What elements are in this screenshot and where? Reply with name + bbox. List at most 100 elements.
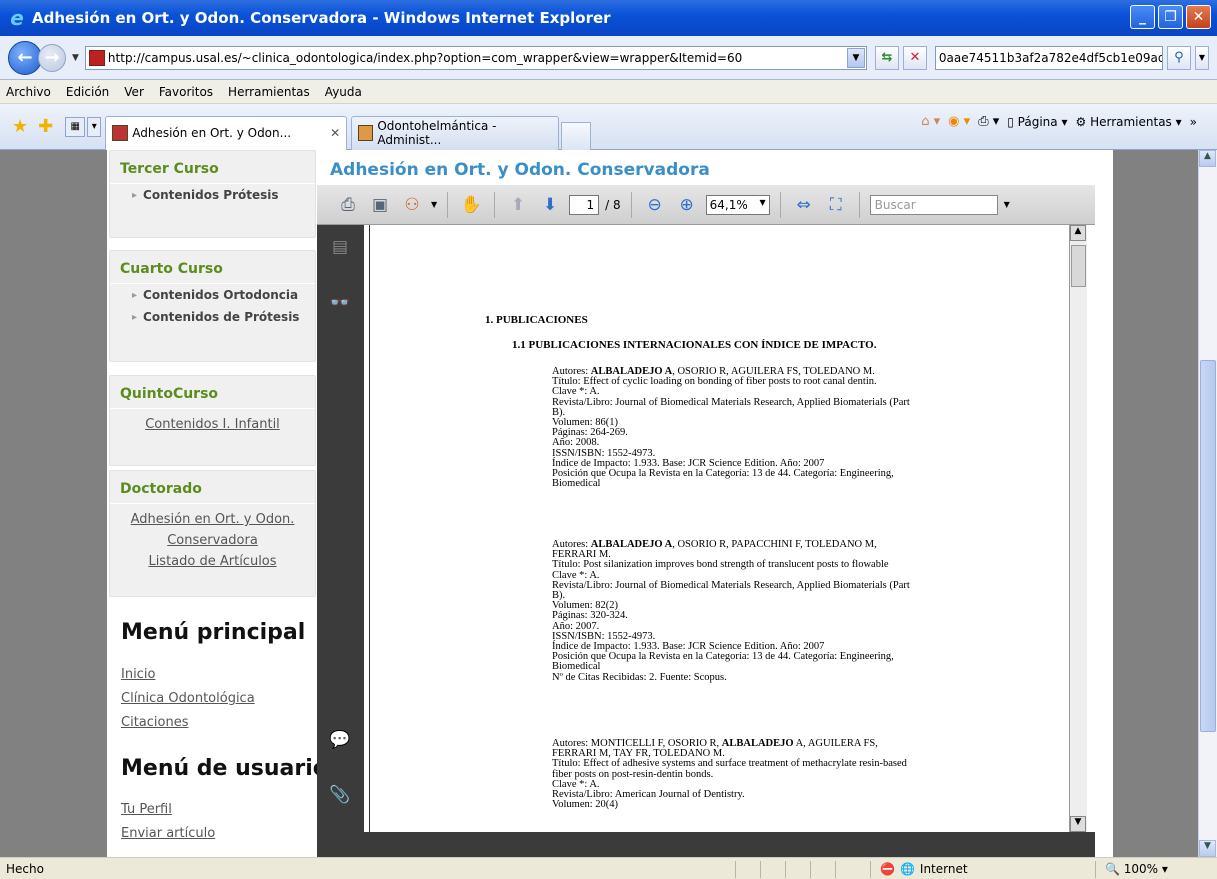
comments-icon[interactable]: 💬	[329, 730, 351, 752]
divider	[858, 191, 860, 218]
forward-button[interactable]: →	[38, 43, 66, 72]
scroll-up-icon[interactable]: ▲	[1199, 150, 1216, 167]
add-favorites-icon[interactable]: ✚	[38, 116, 53, 137]
next-page-icon[interactable]: ⬇	[537, 192, 563, 218]
address-input[interactable]: http://campus.usal.es/~clinica_odontolog…	[84, 45, 867, 70]
pages-icon[interactable]: ▤	[329, 237, 351, 259]
link-enviar-articulo[interactable]: Enviar artículo	[121, 826, 215, 841]
save-icon[interactable]: ▣	[367, 192, 393, 218]
tab-active[interactable]: Adhesión en Ort. y Odon... ✕	[105, 115, 348, 150]
link-inicio[interactable]: Inicio	[121, 667, 155, 682]
menu-edicion[interactable]: Edición	[66, 85, 109, 99]
scroll-thumb[interactable]	[1200, 360, 1216, 732]
pdf-text-line: Biomedical	[552, 478, 601, 490]
address-url[interactable]: http://campus.usal.es/~clinica_odontolog…	[108, 51, 742, 65]
pdf-scrollbar[interactable]: ▲ ▼	[1069, 225, 1087, 832]
zoom-select[interactable]: 64,1% ▼	[705, 194, 770, 215]
print-icon[interactable]: ⎙	[335, 192, 361, 218]
scroll-down-icon[interactable]: ▼	[1199, 840, 1216, 857]
attachments-icon[interactable]: 📎	[329, 785, 351, 807]
box-doctorado: Doctorado Adhesión en Ort. y Odon. Conse…	[109, 470, 316, 597]
share-icon[interactable]: ⚇	[399, 192, 425, 218]
link-contenidos-protesis[interactable]: Contenidos Prótesis	[110, 184, 315, 206]
zoom-in-icon[interactable]: ⊕	[674, 192, 700, 218]
back-button[interactable]: ←	[8, 40, 42, 75]
hand-tool-icon[interactable]: ✋	[458, 192, 484, 218]
feeds-icon[interactable]: ◉ ▾	[948, 114, 970, 129]
security-zone[interactable]: ⛔ 🌐 Internet	[880, 862, 968, 876]
link-contenidos-infantil[interactable]: Contenidos I. Infantil	[110, 409, 315, 435]
new-tab-button[interactable]	[561, 121, 592, 150]
search-icon[interactable]: ⚲	[1166, 45, 1191, 70]
window-controls: _ ❐ ✕	[1130, 5, 1211, 29]
page-viewport: Tercer Curso Contenidos Prótesis Cuarto …	[0, 150, 1198, 857]
tab-label[interactable]: Adhesión en Ort. y Odon...	[132, 126, 291, 140]
pdf-text-line: Revista/Libro: Journal of Biomedical Mat…	[552, 396, 910, 408]
zoom-level[interactable]: 🔍 100% ▾	[1105, 862, 1168, 876]
title-bar: e Adhesión en Ort. y Odon. Conservadora …	[0, 0, 1217, 36]
blocked-popup-icon[interactable]: ⛔	[880, 862, 895, 876]
link-clinica[interactable]: Clínica Odontológica	[121, 691, 255, 706]
link-citaciones[interactable]: Citaciones	[121, 715, 188, 730]
menu-favoritos[interactable]: Favoritos	[159, 85, 213, 99]
close-tab-icon[interactable]: ✕	[330, 126, 340, 140]
divider	[447, 191, 449, 218]
divider	[1095, 861, 1096, 878]
refresh-button[interactable]: ⇆	[874, 45, 899, 70]
zoom-out-icon[interactable]: ⊖	[642, 192, 668, 218]
box-title: Cuarto Curso	[110, 251, 315, 284]
box-tercer-curso: Tercer Curso Contenidos Prótesis	[109, 150, 316, 238]
menu-bar: Archivo Edición Ver Favoritos Herramient…	[0, 80, 1217, 104]
ie-logo-icon: e	[10, 6, 24, 30]
box-title: Tercer Curso	[110, 151, 315, 184]
link-contenidos-ortodoncia[interactable]: Contenidos Ortodoncia	[110, 284, 315, 306]
search-input[interactable]: 0aae74511b3af2a782e4df5cb1e09adc	[934, 45, 1163, 70]
pdf-search-placeholder: Buscar	[874, 197, 916, 212]
fit-page-icon[interactable]: ⛶	[823, 192, 849, 218]
command-bar: ⌂ ▾ ◉ ▾ ⎙ ▾ ▯ Página ▾ ⚙ Herramientas ▾ …	[921, 114, 1197, 129]
print-icon[interactable]: ⎙ ▾	[978, 114, 999, 129]
fit-width-icon[interactable]: ⇔	[791, 192, 817, 218]
menu-herramientas[interactable]: Herramientas	[228, 85, 310, 99]
pdf-page: 1. PUBLICACIONES 1.1 PUBLICACIONES INTER…	[369, 225, 1069, 832]
link-listado-articulos[interactable]: Listado de Artículos	[110, 551, 315, 572]
more-commands-icon[interactable]: »	[1190, 115, 1197, 129]
history-dropdown-icon[interactable]: ▼	[72, 53, 79, 63]
tab-list-button[interactable]: ▾	[87, 116, 102, 137]
tools-menu-label: Herramientas	[1090, 114, 1172, 129]
zoom-value: 64,1%	[709, 197, 748, 212]
page-number-input[interactable]: 1	[569, 194, 600, 215]
search-options-button[interactable]: ▼	[1194, 45, 1209, 70]
menu-ver[interactable]: Ver	[124, 85, 144, 99]
close-button[interactable]: ✕	[1186, 5, 1211, 29]
globe-icon: 🌐	[899, 861, 915, 876]
link-conservadora[interactable]: Conservadora	[110, 530, 315, 551]
binoculars-icon[interactable]: 👓	[329, 293, 351, 315]
link-tu-perfil[interactable]: Tu Perfil	[121, 802, 172, 817]
pdf-search-dropdown-icon[interactable]: ▼	[1004, 200, 1010, 209]
pdf-scroll-down-icon[interactable]: ▼	[1070, 816, 1086, 832]
page-scrollbar[interactable]: ▲ ▼	[1198, 150, 1217, 857]
link-adhesion[interactable]: Adhesión en Ort. y Odon.	[110, 504, 315, 530]
tab-label[interactable]: Odontohelmántica - Administ...	[377, 119, 552, 147]
menu-ayuda[interactable]: Ayuda	[325, 85, 362, 99]
home-icon[interactable]: ⌂ ▾	[921, 114, 940, 129]
quick-tabs-icon[interactable]: ▦	[65, 116, 86, 137]
zone-label: Internet	[919, 861, 968, 876]
share-dropdown-icon[interactable]: ▼	[431, 200, 437, 209]
link-contenidos-de-protesis[interactable]: Contenidos de Prótesis	[110, 306, 315, 328]
maximize-button[interactable]: ❐	[1158, 5, 1183, 29]
address-dropdown-button[interactable]: ▼	[846, 47, 865, 68]
pdf-nav-panel: ▤ 👓 💬 📎	[317, 225, 364, 832]
minimize-button[interactable]: _	[1130, 5, 1155, 29]
menu-archivo[interactable]: Archivo	[6, 85, 51, 99]
previous-page-icon[interactable]: ⬆	[505, 192, 531, 218]
stop-button[interactable]: ✕	[902, 45, 927, 70]
tools-menu[interactable]: ⚙ Herramientas ▾	[1075, 115, 1181, 129]
page-menu[interactable]: ▯ Página ▾	[1007, 115, 1067, 129]
tab-inactive[interactable]: Odontohelmántica - Administ...	[351, 115, 560, 150]
favorites-star-icon[interactable]: ★	[12, 116, 28, 137]
pdf-search-input[interactable]: Buscar	[869, 194, 998, 215]
pdf-scroll-thumb[interactable]	[1071, 245, 1086, 287]
pdf-scroll-up-icon[interactable]: ▲	[1070, 225, 1086, 241]
